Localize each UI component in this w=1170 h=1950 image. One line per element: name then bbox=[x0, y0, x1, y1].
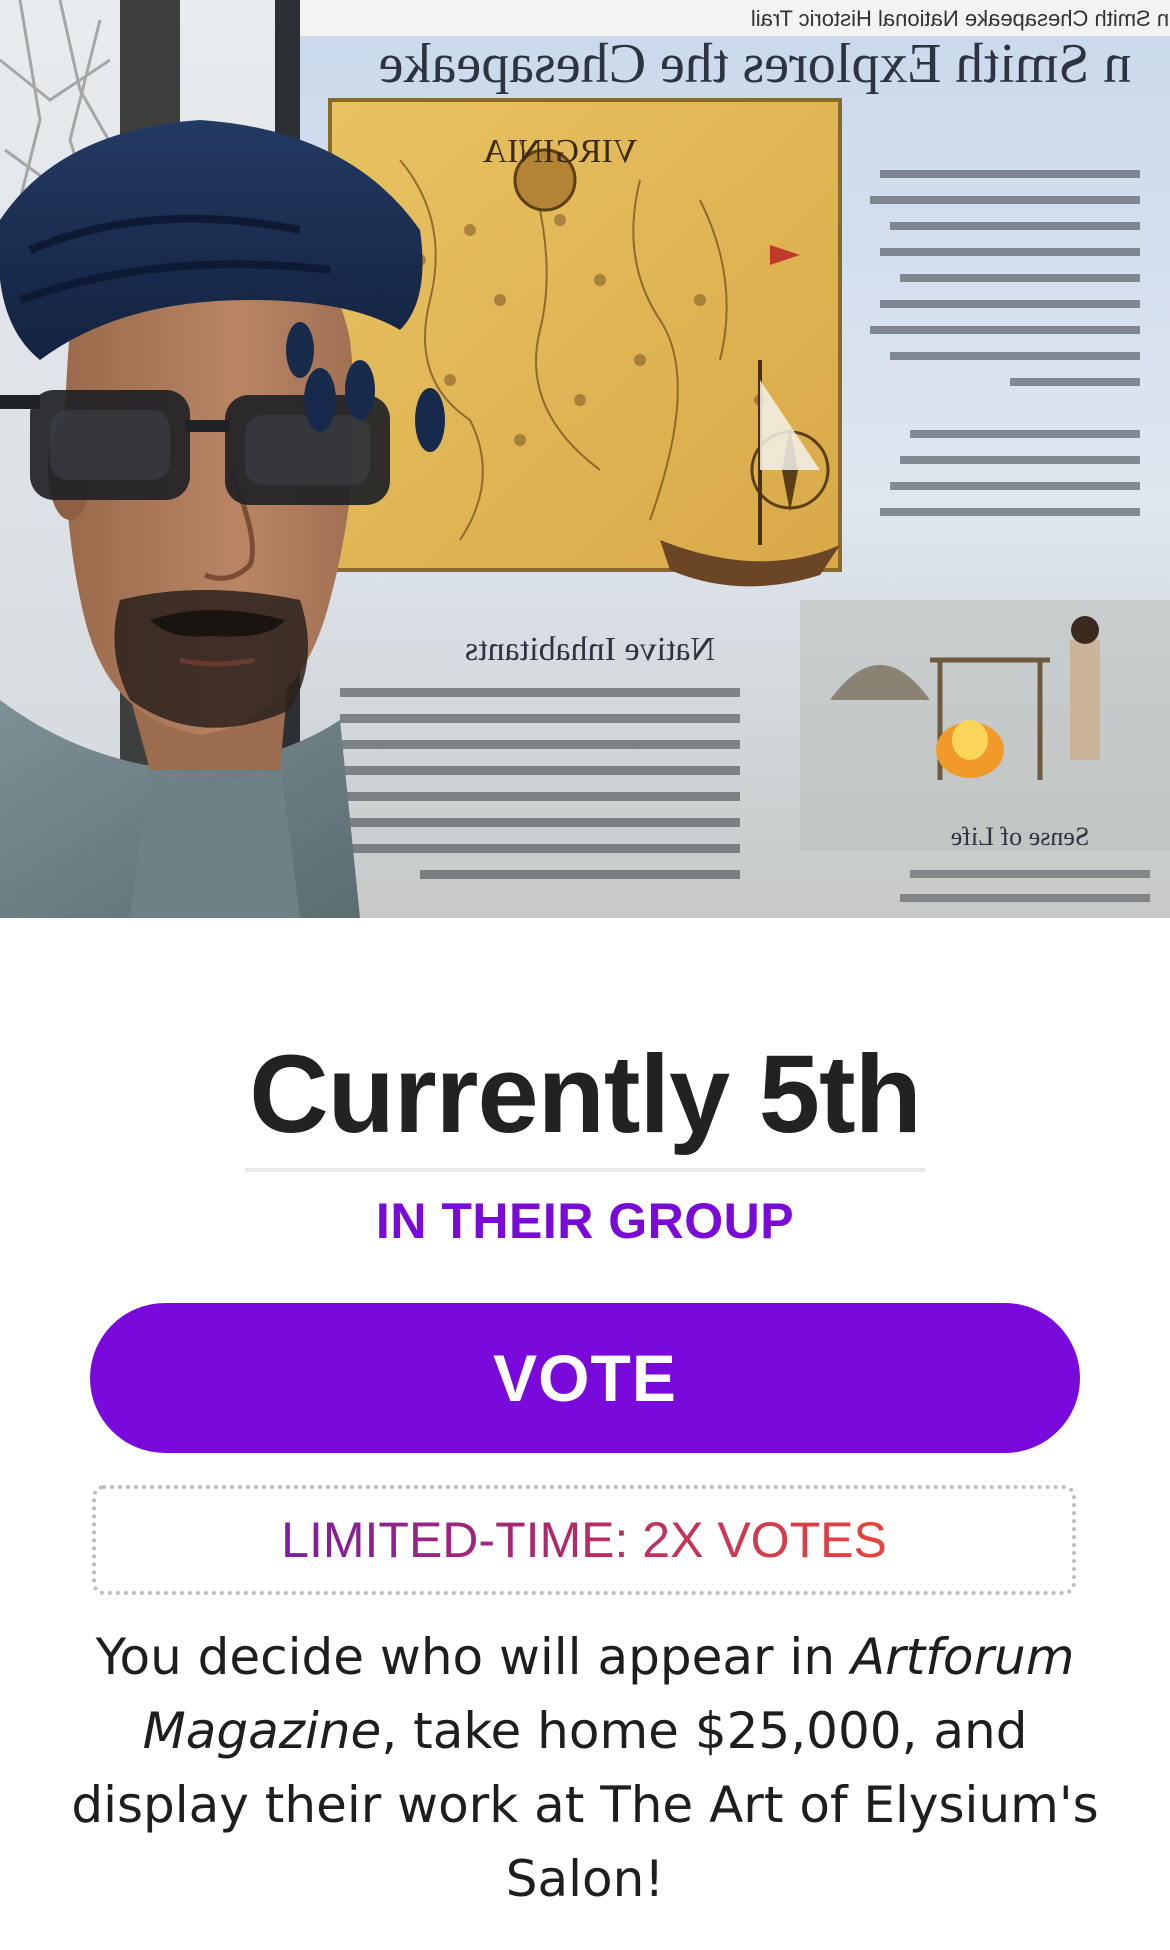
promo-text: LIMITED-TIME: 2X VOTES bbox=[281, 1512, 887, 1568]
description-part1: You decide who will appear in bbox=[95, 1628, 851, 1686]
sign-header-text: n Smith Chesapeake National Historic Tra… bbox=[751, 6, 1169, 31]
contestant-photo: n Smith Chesapeake National Historic Tra… bbox=[0, 0, 1170, 918]
rank-title: Currently 5th bbox=[245, 1040, 925, 1172]
contest-page: n Smith Chesapeake National Historic Tra… bbox=[0, 0, 1170, 1950]
sign-section-heading: Native Inhabitants bbox=[465, 631, 715, 668]
contest-description: You decide who will appear in Artforum M… bbox=[60, 1620, 1110, 1916]
vote-button[interactable]: VOTE bbox=[90, 1303, 1080, 1453]
rank-block: Currently 5th IN THEIR GROUP bbox=[0, 1040, 1170, 1250]
promo-banner: LIMITED-TIME: 2X VOTES bbox=[92, 1485, 1076, 1595]
rank-subtitle: IN THEIR GROUP bbox=[375, 1193, 795, 1249]
sign-title-text: n Smith Explores the Chesapeake bbox=[379, 33, 1132, 95]
map-label-text: VIRGINIA bbox=[482, 133, 637, 170]
sign-section-heading-2: Sense of Life bbox=[951, 822, 1090, 851]
